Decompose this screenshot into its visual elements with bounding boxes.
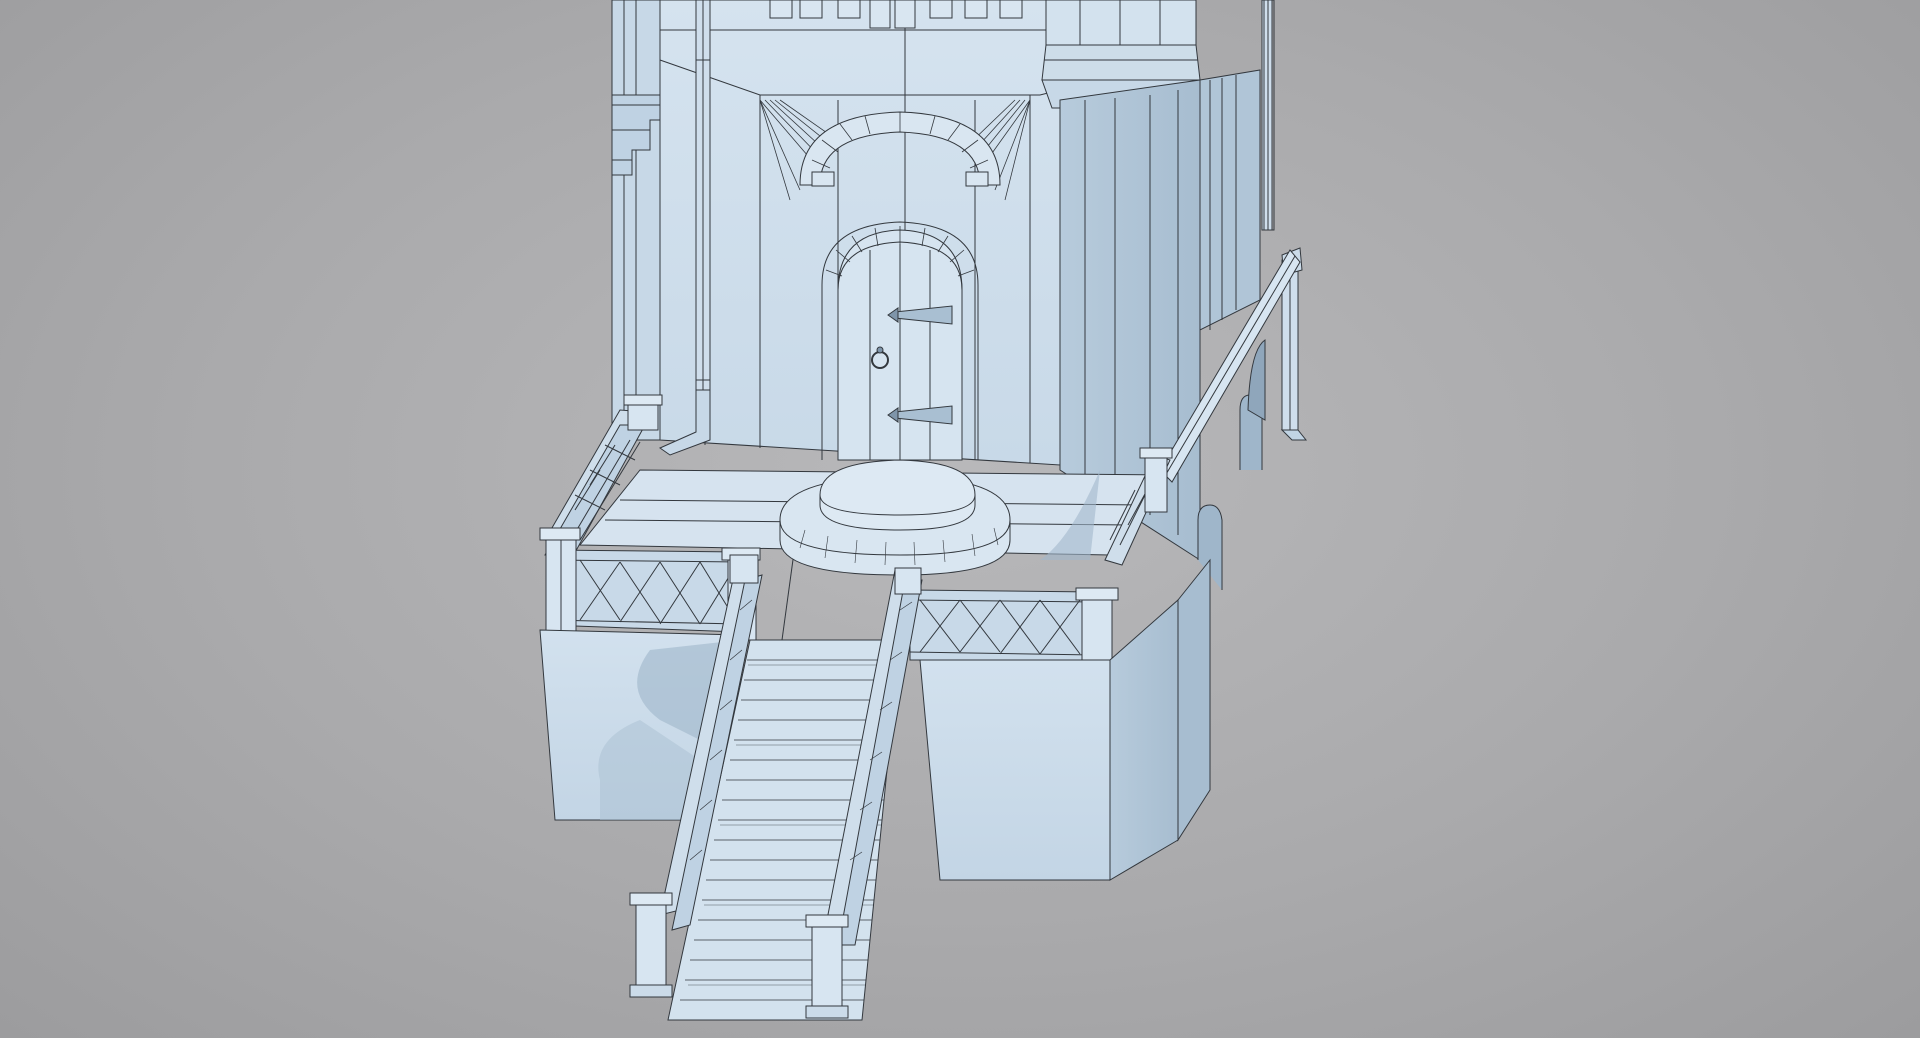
door <box>821 221 979 461</box>
castle-wireframe-render <box>539 0 1308 1021</box>
main-tower <box>611 0 1061 466</box>
render-viewport <box>0 0 1920 1038</box>
